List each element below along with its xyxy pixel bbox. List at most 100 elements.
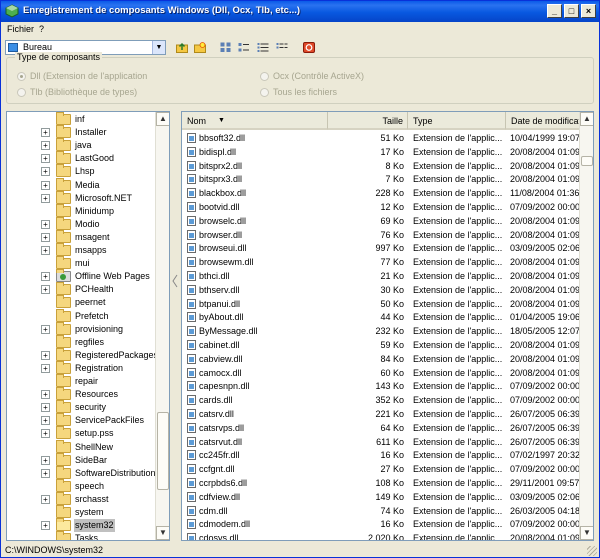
menu-help[interactable]: ? (39, 24, 44, 34)
expand-plus-icon[interactable]: + (41, 416, 50, 426)
tree-item[interactable]: repair (7, 374, 155, 388)
table-row[interactable]: bthci.dll 21 Ko Extension de l'applic... 20… (182, 269, 580, 283)
expand-plus-icon[interactable]: + (41, 246, 50, 255)
folder-up-icon[interactable] (176, 42, 188, 53)
tree-item[interactable]: regfiles (7, 334, 155, 349)
tree-item[interactable]: + security (7, 400, 155, 414)
tree-item[interactable]: + srchasst (7, 491, 155, 506)
tree-item[interactable]: ShellNew (7, 439, 155, 454)
radio-ocx[interactable]: Ocx (Contrôle ActiveX) (260, 71, 400, 83)
tree-item[interactable]: system (7, 505, 155, 519)
tree-item[interactable]: Minidump (7, 203, 155, 218)
expand-plus-icon[interactable]: + (41, 468, 50, 478)
list-scroll-thumb[interactable] (581, 156, 593, 166)
table-row[interactable]: cdmodem.dll 16 Ko Extension de l'applic...… (182, 517, 580, 531)
expand-plus-icon[interactable]: + (41, 154, 50, 164)
tree-item[interactable]: + Resources (7, 387, 155, 401)
file-list[interactable]: Nom ▼ Taille Type Date de modification b… (181, 111, 594, 541)
list-view-icon[interactable] (257, 42, 269, 53)
tree-item[interactable]: + LastGood (7, 151, 155, 165)
register-component-icon[interactable] (303, 42, 315, 53)
table-row[interactable]: capesnpn.dll 143 Ko Extension de l'applic.… (182, 379, 580, 393)
column-header-name[interactable]: Nom ▼ (182, 112, 328, 130)
minimize-button[interactable]: _ (547, 4, 562, 18)
table-row[interactable]: browsewm.dll 77 Ko Extension de l'applic..… (182, 255, 580, 269)
table-row[interactable]: cdfview.dll 149 Ko Extension de l'applic..… (182, 490, 580, 504)
column-header-date[interactable]: Date de modification (506, 112, 586, 130)
tree-item[interactable]: mui (7, 256, 155, 270)
table-row[interactable]: cc245fr.dll 16 Ko Extension de l'applic...… (182, 448, 580, 462)
table-row[interactable]: ByMessage.dll 232 Ko Extension de l'applic… (182, 324, 580, 338)
expand-plus-icon[interactable]: + (41, 219, 50, 229)
expand-plus-icon[interactable]: + (41, 272, 50, 282)
title-bar[interactable]: Enregistrement de composants Windows (Dl… (1, 1, 599, 22)
table-row[interactable]: cdm.dll 74 Ko Extension de l'applic... 26/0… (182, 504, 580, 518)
tree-scroll-thumb[interactable] (157, 412, 169, 490)
table-row[interactable]: catsrv.dll 221 Ko Extension de l'applic...… (182, 407, 580, 421)
table-row[interactable]: catsrvut.dll 611 Ko Extension de l'applic.… (182, 435, 580, 449)
tree-item[interactable]: + msapps (7, 243, 155, 257)
table-row[interactable]: browser.dll 76 Ko Extension de l'applic...… (182, 228, 580, 242)
table-row[interactable]: btpanui.dll 50 Ko Extension de l'applic...… (182, 297, 580, 311)
tree-item[interactable]: + SideBar (7, 452, 155, 467)
table-row[interactable]: camocx.dll 60 Ko Extension de l'applic... 2… (182, 366, 580, 380)
tree-item[interactable]: peernet (7, 295, 155, 309)
expand-plus-icon[interactable]: + (41, 141, 50, 151)
expand-plus-icon[interactable]: + (41, 180, 50, 190)
table-row[interactable]: cabview.dll 84 Ko Extension de l'applic...… (182, 352, 580, 366)
resize-grip-icon[interactable] (587, 546, 597, 556)
table-row[interactable]: bitsprx2.dll 8 Ko Extension de l'applic...… (182, 159, 580, 173)
details-view-icon[interactable] (276, 42, 288, 53)
expand-plus-icon[interactable]: + (41, 403, 50, 413)
large-icons-view-icon[interactable] (220, 42, 232, 53)
table-row[interactable]: bitsprx3.dll 7 Ko Extension de l'applic...… (182, 172, 580, 186)
radio-dll[interactable]: Dll (Extension de l'application (17, 71, 177, 83)
tree-item[interactable]: + Media (7, 177, 155, 192)
tree-item[interactable]: Prefetch (7, 308, 155, 323)
menu-fichier[interactable]: Fichier (7, 24, 34, 34)
radio-all-files[interactable]: Tous les fichiers (260, 87, 400, 99)
tree-item[interactable]: + Installer (7, 125, 155, 139)
scroll-up-button[interactable]: ▲ (156, 112, 169, 126)
table-row[interactable]: cdosys.dll 2 020 Ko Extension de l'applic.… (182, 531, 580, 540)
table-row[interactable]: cards.dll 352 Ko Extension de l'applic... 0… (182, 393, 580, 407)
tree-item[interactable]: + ServicePackFiles (7, 413, 155, 427)
expand-plus-icon[interactable]: + (41, 128, 50, 138)
expand-plus-icon[interactable]: + (41, 324, 50, 334)
list-scroll-down-button[interactable]: ▼ (580, 526, 593, 540)
tree-item[interactable]: + PCHealth (7, 282, 155, 296)
table-row[interactable]: browseui.dll 997 Ko Extension de l'applic.… (182, 241, 580, 255)
tree-item[interactable]: + Registration (7, 360, 155, 375)
expand-plus-icon[interactable]: + (41, 232, 50, 242)
new-folder-icon[interactable] (194, 42, 206, 53)
tree-item[interactable]: + system32 (7, 518, 155, 533)
tree-item[interactable]: + SoftwareDistribution (7, 465, 156, 480)
small-icons-view-icon[interactable] (238, 42, 250, 53)
chevron-down-icon[interactable]: ▼ (152, 41, 165, 54)
tree-item[interactable]: speech (7, 478, 155, 493)
expand-plus-icon[interactable]: + (41, 455, 50, 465)
tree-item[interactable]: + Lhsp (7, 164, 155, 178)
tree-item[interactable]: + Microsoft.NET (7, 190, 155, 205)
list-scrollbar[interactable]: ▲ ▼ (579, 112, 593, 540)
tree-item[interactable]: + provisioning (7, 321, 155, 336)
column-header-size[interactable]: Taille (328, 112, 408, 130)
tree-item[interactable]: + Modio (7, 216, 155, 231)
table-row[interactable]: bbsoft32.dll 51 Ko Extension de l'applic..… (182, 131, 580, 145)
folder-tree[interactable]: inf + Installer + java + LastGood + Lhsp + Media + M… (6, 111, 170, 541)
list-scroll-up-button[interactable]: ▲ (580, 112, 593, 126)
column-header-type[interactable]: Type (408, 112, 506, 130)
tree-scrollbar[interactable]: ▲ ▼ (155, 112, 169, 540)
expand-plus-icon[interactable]: + (41, 285, 50, 295)
table-row[interactable]: blackbox.dll 228 Ko Extension de l'applic.… (182, 186, 580, 200)
table-row[interactable]: ccfgnt.dll 27 Ko Extension de l'applic... 0… (182, 462, 580, 476)
close-button[interactable]: × (581, 4, 596, 18)
tree-item[interactable]: inf (7, 112, 155, 126)
expand-plus-icon[interactable]: + (41, 521, 50, 531)
expand-plus-icon[interactable]: + (41, 494, 50, 504)
expand-plus-icon[interactable]: + (41, 390, 50, 400)
table-row[interactable]: bootvid.dll 12 Ko Extension de l'applic...… (182, 200, 580, 214)
pane-splitter[interactable] (171, 111, 179, 541)
expand-plus-icon[interactable]: + (41, 193, 50, 203)
scroll-down-button[interactable]: ▼ (156, 526, 169, 540)
